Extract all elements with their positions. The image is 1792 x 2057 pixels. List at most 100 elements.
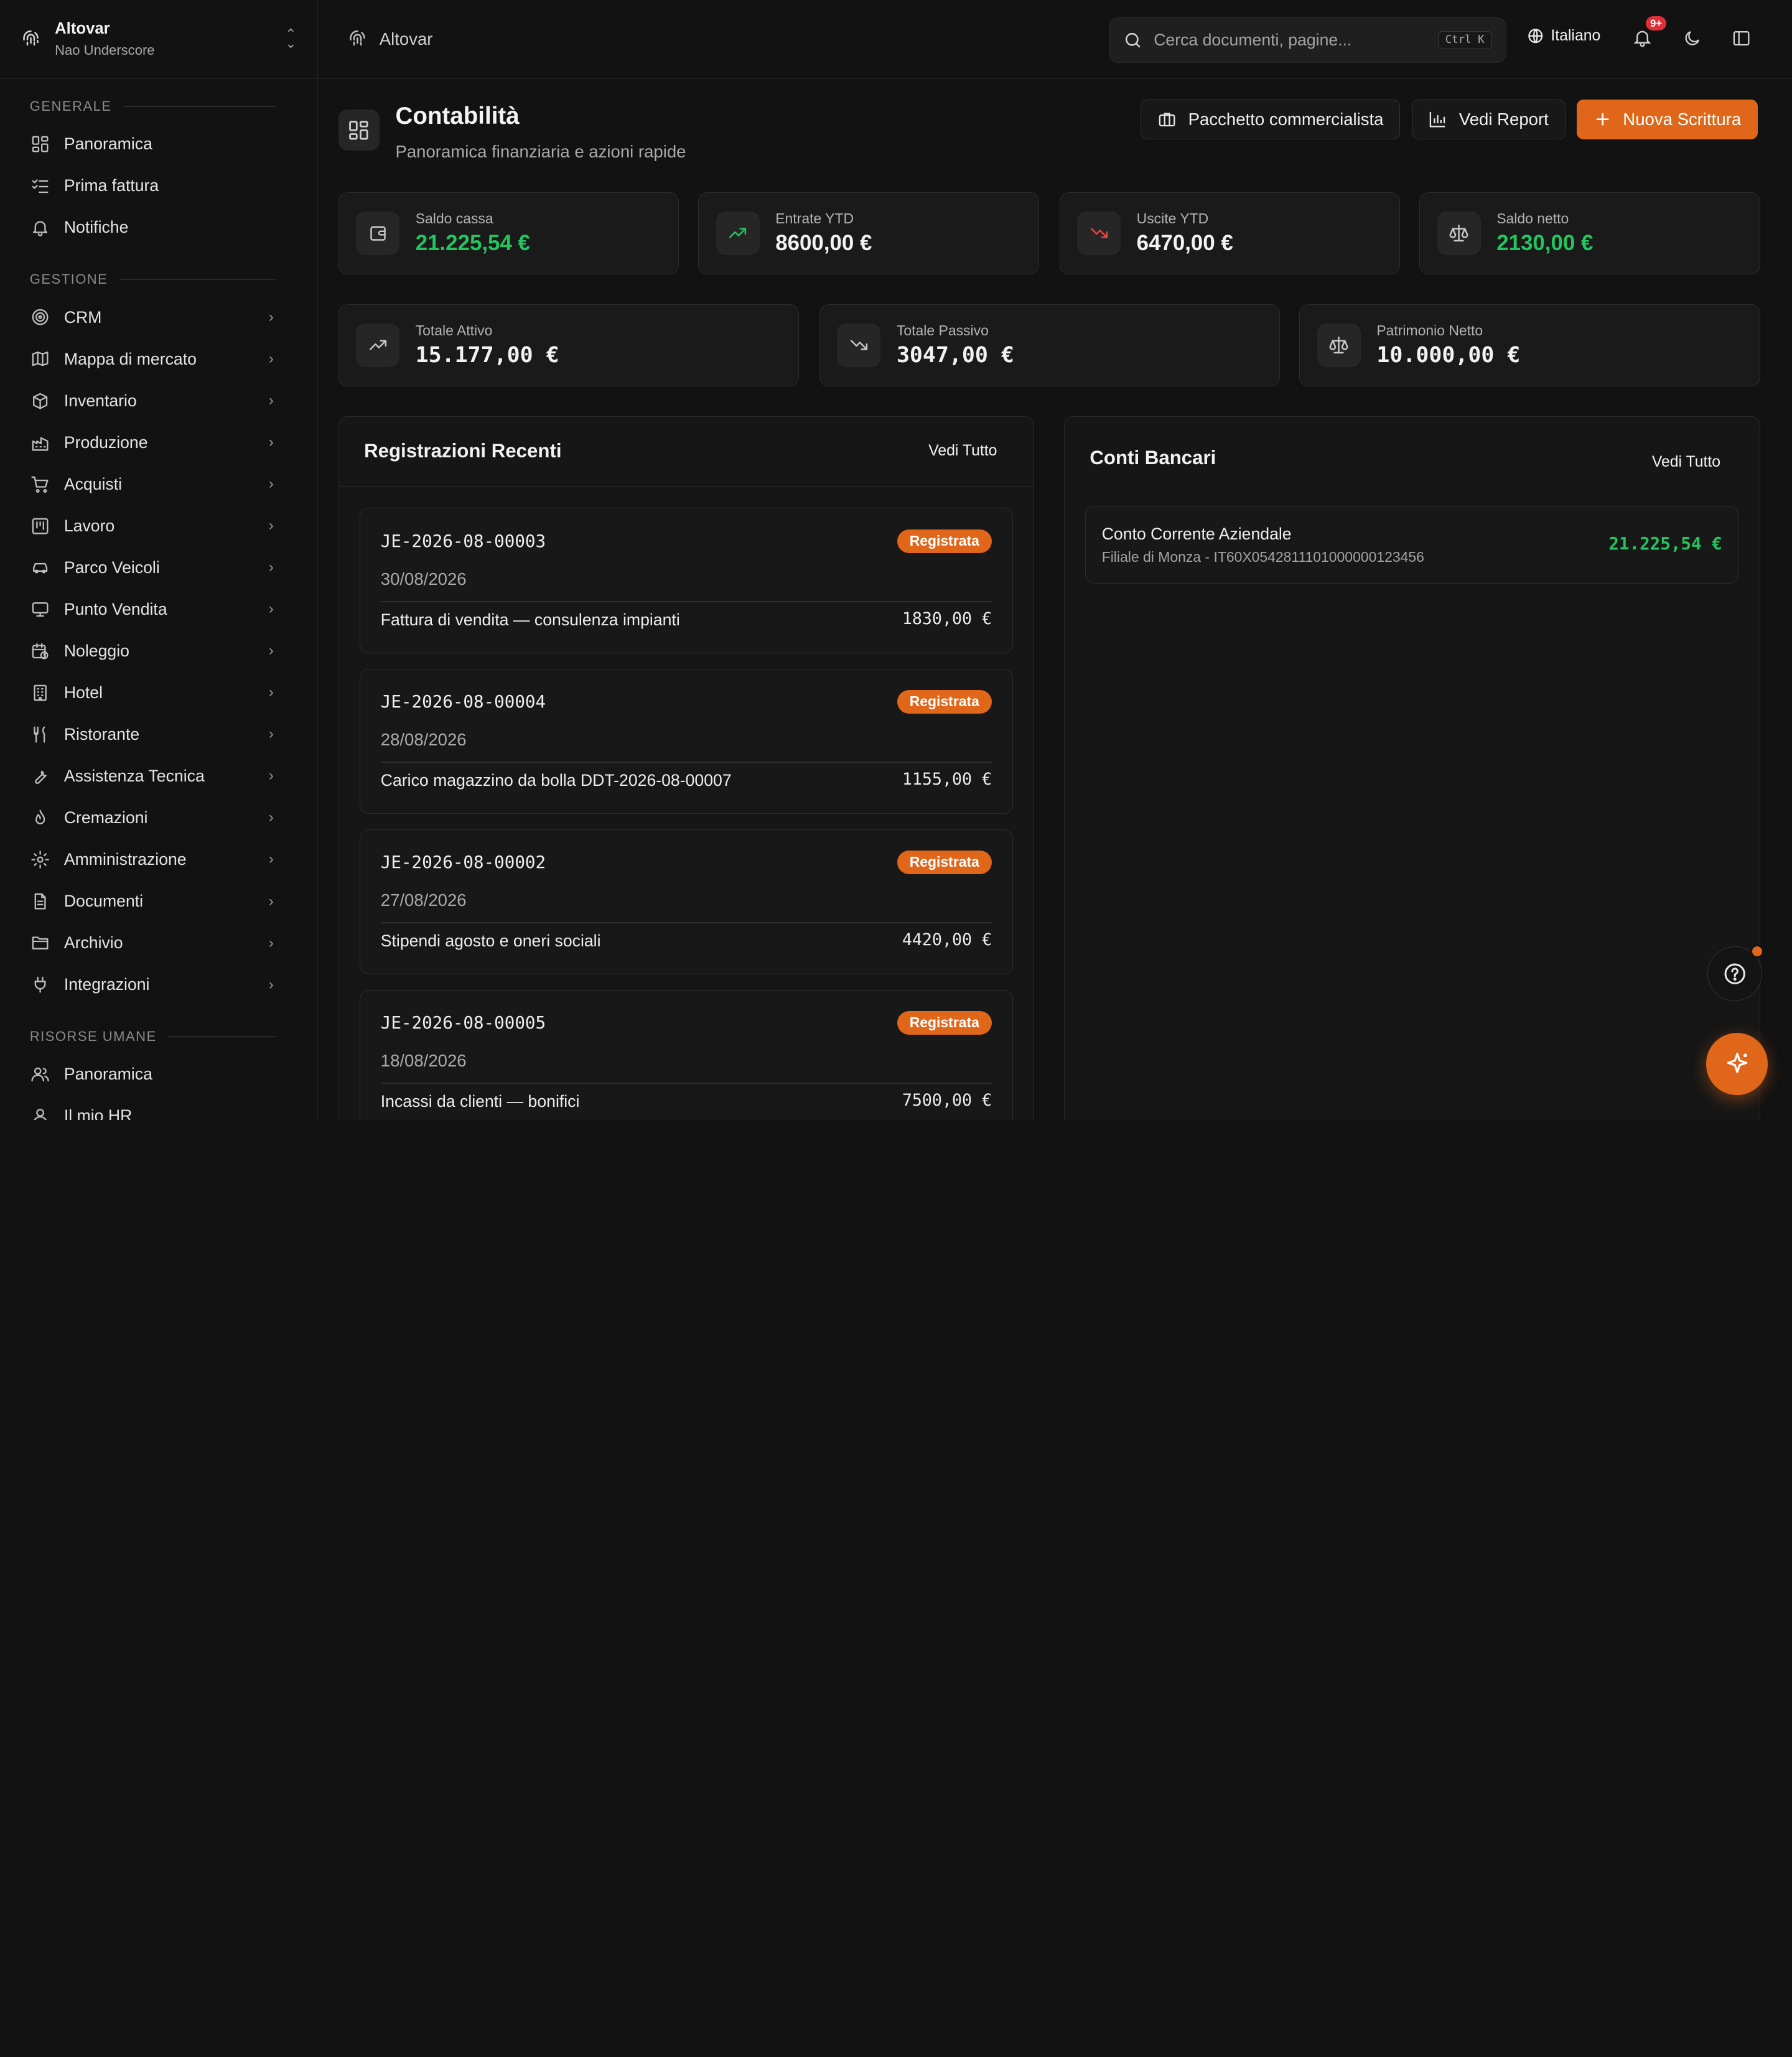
stat-value: 21.225,54 € <box>415 230 530 255</box>
stat-label: Totale Passivo <box>896 322 989 339</box>
sidebar-item-punto-vendita[interactable]: Punto Vendita › <box>0 589 317 630</box>
wallet-icon <box>356 211 399 255</box>
sidebar-item-noleggio[interactable]: Noleggio › <box>0 630 317 672</box>
sidebar: Altovar Nao Underscore ⌃ ⌄ GENERALE Panora… <box>0 0 318 1120</box>
search-icon <box>1123 30 1142 50</box>
search-placeholder: Cerca documenti, pagine... <box>1154 30 1352 49</box>
sidebar-item-il-mio-hr[interactable]: Il mio HR <box>0 1095 317 1120</box>
sidebar-item-mappa-di-mercato[interactable]: Mappa di mercato › <box>0 338 317 380</box>
sidebar-item-crm[interactable]: CRM › <box>0 297 317 338</box>
language-selector[interactable]: Italiano <box>1527 27 1600 45</box>
sidebar-item-integrazioni[interactable]: Integrazioni › <box>0 964 317 1005</box>
sidebar-item-label: Documenti <box>63 892 144 911</box>
entry-date: 28/08/2026 <box>380 729 467 749</box>
trending-up-icon <box>356 323 399 367</box>
cart-icon <box>30 474 50 495</box>
chevron-right-icon: › <box>268 600 274 618</box>
sidebar-item-parco-veicoli[interactable]: Parco Veicoli › <box>0 547 317 589</box>
help-indicator-dot <box>1750 945 1764 959</box>
flame-icon <box>30 808 50 828</box>
sidebar-item-label: Mappa di mercato <box>63 349 197 368</box>
sidebar-item-panoramica[interactable]: Panoramica <box>0 123 317 165</box>
search-input[interactable]: Cerca documenti, pagine... Ctrl K <box>1108 17 1506 63</box>
journal-entry-card[interactable]: JE-2026-08-00002 Registrata 27/08/2026 Stip… <box>359 829 1014 974</box>
plus-icon <box>1594 110 1612 128</box>
sidebar-item-inventario[interactable]: Inventario › <box>0 380 317 422</box>
entry-description: Incassi da clienti — bonifici <box>380 1092 580 1111</box>
chevron-right-icon: › <box>268 559 274 576</box>
recent-entries-panel: Registrazioni Recenti Vedi Tutto JE-2026… <box>338 416 1035 1120</box>
bank-accounts-panel: Conti Bancari Vedi Tutto Conto Corrente … <box>1063 416 1760 1120</box>
sidebar-item-cremazioni[interactable]: Cremazioni › <box>0 797 317 839</box>
stat-card: Saldo netto 2130,00 € <box>1419 192 1760 274</box>
sidebar-item-archivio[interactable]: Archivio › <box>0 922 317 964</box>
sidebar-item-label: Acquisti <box>63 474 123 493</box>
breadcrumb-label: Altovar <box>379 29 433 49</box>
sidebar-item-panoramica[interactable]: Panoramica <box>0 1053 317 1095</box>
entry-amount: 7500,00 € <box>902 1091 992 1111</box>
search-shortcut: Ctrl K <box>1437 30 1492 49</box>
new-entry-button[interactable]: Nuova Scrittura <box>1576 99 1758 140</box>
gear-icon <box>30 849 50 870</box>
fingerprint-icon <box>347 29 368 49</box>
entry-divider <box>380 1083 992 1084</box>
help-button[interactable] <box>1707 945 1764 1001</box>
stat-value: 8600,00 € <box>775 230 872 255</box>
chevron-right-icon: › <box>268 809 274 826</box>
new-entry-label: Nuova Scrittura <box>1623 109 1742 129</box>
bank-account-balance: 21.225,54 € <box>1608 533 1722 554</box>
sidebar-item-label: Il mio HR <box>63 1106 133 1120</box>
journal-entry-card[interactable]: JE-2026-08-00004 Registrata 28/08/2026 Cari… <box>359 668 1014 814</box>
stat-card: Saldo cassa 21.225,54 € <box>338 192 679 274</box>
sidebar-item-acquisti[interactable]: Acquisti › <box>0 464 317 505</box>
sidebar-item-ristorante[interactable]: Ristorante › <box>0 714 317 755</box>
stat-label: Saldo cassa <box>415 210 493 227</box>
sidebar-item-prima-fattura[interactable]: Prima fattura <box>0 165 317 207</box>
entry-date: 27/08/2026 <box>380 890 467 910</box>
stat-card: Uscite YTD 6470,00 € <box>1059 192 1400 274</box>
sidebar-item-label: Cremazioni <box>63 808 148 827</box>
sidebar-item-lavoro[interactable]: Lavoro › <box>0 505 317 547</box>
org-switcher[interactable]: Altovar Nao Underscore ⌃ ⌄ <box>0 0 317 79</box>
stat-label: Entrate YTD <box>775 210 854 227</box>
bank-view-all-link[interactable]: Vedi Tutto <box>1652 454 1720 471</box>
sparkles-icon <box>1724 1050 1751 1078</box>
recent-view-all-link[interactable]: Vedi Tutto <box>928 442 997 460</box>
entry-code: JE-2026-08-00004 <box>380 692 546 712</box>
status-badge: Registrata <box>897 689 992 714</box>
sidebar-item-label: Archivio <box>63 933 123 953</box>
stat-label: Saldo netto <box>1496 210 1569 227</box>
ai-assistant-button[interactable] <box>1706 1033 1768 1095</box>
sidebar-item-label: Assistenza Tecnica <box>63 766 205 785</box>
accountant-package-button[interactable]: Pacchetto commercialista <box>1141 99 1401 140</box>
trending-down-icon <box>1077 211 1121 255</box>
sidebar-item-label: Inventario <box>63 391 137 410</box>
entry-amount: 4420,00 € <box>902 930 992 950</box>
bank-account-name: Conto Corrente Aziendale <box>1101 525 1292 544</box>
bank-account-card[interactable]: Conto Corrente Aziendale Filiale di Monz… <box>1085 505 1739 584</box>
theme-toggle[interactable] <box>1682 29 1702 48</box>
sidebar-item-assistenza-tecnica[interactable]: Assistenza Tecnica › <box>0 755 317 797</box>
chevron-right-icon: › <box>268 434 274 451</box>
stat-label: Uscite YTD <box>1136 210 1209 227</box>
stat-value: 3047,00 € <box>896 342 1014 368</box>
fingerprint-logo-icon <box>21 29 41 49</box>
sidebar-item-label: Noleggio <box>63 641 129 660</box>
breadcrumb[interactable]: Altovar <box>347 29 432 49</box>
notifications-button[interactable]: 9+ <box>1632 16 1667 48</box>
stat-label: Totale Attivo <box>415 322 493 339</box>
view-report-button[interactable]: Vedi Report <box>1411 99 1566 140</box>
journal-entry-card[interactable]: JE-2026-08-00005 Registrata 18/08/2026 Inca… <box>359 989 1014 1120</box>
sidebar-item-documenti[interactable]: Documenti › <box>0 880 317 922</box>
trending-down-icon <box>837 323 881 367</box>
journal-entry-card[interactable]: JE-2026-08-00003 Registrata 30/08/2026 Fatt… <box>359 508 1014 653</box>
sidebar-item-hotel[interactable]: Hotel › <box>0 672 317 714</box>
sidebar-toggle[interactable] <box>1732 29 1751 48</box>
sidebar-item-notifiche[interactable]: Notifiche <box>0 207 317 248</box>
entry-divider <box>380 601 992 603</box>
bell-icon <box>30 217 50 238</box>
entry-code: JE-2026-08-00002 <box>380 852 546 873</box>
sidebar-item-amministrazione[interactable]: Amministrazione › <box>0 839 317 880</box>
entry-amount: 1155,00 € <box>902 770 992 790</box>
sidebar-item-produzione[interactable]: Produzione › <box>0 422 317 464</box>
